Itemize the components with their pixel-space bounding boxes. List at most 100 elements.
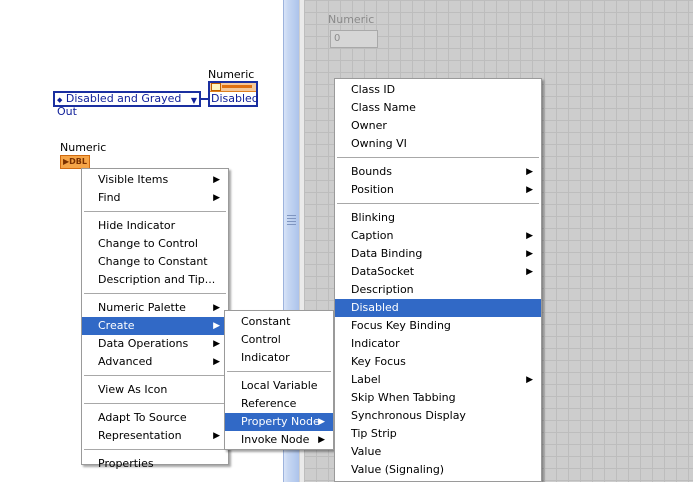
submenu-arrow-icon: ▶ [213,321,220,331]
menu-item-class-name[interactable]: Class Name [335,99,541,117]
menu-item-tip-strip[interactable]: Tip Strip [335,425,541,443]
submenu-arrow-icon: ▶ [213,357,220,367]
dropdown-arrow-icon[interactable]: ▼ [191,95,197,107]
menu-item-label: Representation [98,429,182,442]
indicator-type: DBL [69,157,87,166]
menu-item-label: Skip When Tabbing [351,391,456,404]
submenu-arrow-icon: ▶ [526,249,533,259]
menu-item-label: Change to Constant [98,255,208,268]
menu-item-create[interactable]: Create ▶ [82,317,228,335]
menu-item-label: Position [351,183,394,196]
enum-incdec-icon[interactable]: ◆ [57,96,62,104]
dbl-indicator-terminal[interactable]: ▶DBL [60,155,90,169]
menu-separator [84,375,226,377]
submenu-arrow-icon: ▶ [318,435,325,445]
menu-item-blinking[interactable]: Blinking [335,209,541,227]
menu-item-label: Label [351,373,381,386]
menu-item-value[interactable]: Value [335,443,541,461]
menu-separator [84,403,226,405]
menu-item-datasocket[interactable]: DataSocket ▶ [335,263,541,281]
menu-item-skip-when-tabbing[interactable]: Skip When Tabbing [335,389,541,407]
property-node-property[interactable]: Disabled [210,92,259,105]
menu-item-label: Key Focus [351,355,406,368]
menu-item-description-and-tip[interactable]: Description and Tip... [82,271,228,289]
menu-item-label: Properties [98,457,154,470]
menu-item-description[interactable]: Description [335,281,541,299]
context-menu[interactable]: Visible Items ▶ Find ▶ Hide Indicator Change … [81,168,229,470]
menu-item-invoke-node[interactable]: Invoke Node ▶ [225,431,333,449]
menu-item-property-node[interactable]: Property Node ▶ [225,413,333,431]
menu-item-bounds[interactable]: Bounds ▶ [335,163,541,181]
property-node-icon [211,83,221,91]
menu-item-label: Create [98,319,135,332]
menu-separator [84,293,226,295]
menu-item-change-to-constant[interactable]: Change to Constant [82,253,228,271]
menu-separator [84,449,226,451]
menu-item-disabled[interactable]: Disabled [335,299,541,317]
menu-item-label: Owner [351,119,387,132]
menu-item-label: Value [351,445,382,458]
menu-item-label: Data Operations [98,337,189,350]
menu-item-view-as-icon[interactable]: View As Icon [82,381,228,399]
menu-item-synchronous-display[interactable]: Synchronous Display [335,407,541,425]
property-submenu[interactable]: Class ID Class Name Owner Owning VI Bounds ▶ P… [334,78,542,482]
menu-item-label: Property Node [241,415,320,428]
menu-item-owning-vi[interactable]: Owning VI [335,135,541,153]
menu-item-hide-indicator[interactable]: Hide Indicator [82,217,228,235]
menu-separator [337,157,539,159]
submenu-arrow-icon: ▶ [213,193,220,203]
menu-item-numeric-palette[interactable]: Numeric Palette ▶ [82,299,228,317]
menu-item-caption[interactable]: Caption ▶ [335,227,541,245]
menu-item-constant[interactable]: Constant [225,313,333,331]
submenu-arrow-icon: ▶ [526,267,533,277]
menu-item-advanced[interactable]: Advanced ▶ [82,353,228,371]
menu-item-label: Visible Items [98,173,169,186]
property-node[interactable]: Disabled [208,81,259,107]
enum-value: Disabled and Grayed Out [57,92,182,118]
menu-item-control[interactable]: Control [225,331,333,349]
menu-item-label: Focus Key Binding [351,319,451,332]
front-panel-numeric-indicator[interactable]: 0 [330,30,378,48]
menu-separator [227,371,331,373]
menu-item-class-id[interactable]: Class ID [335,81,541,99]
menu-item-adapt-to-source[interactable]: Adapt To Source [82,409,228,427]
submenu-arrow-icon: ▶ [213,175,220,185]
menu-item-label: Synchronous Display [351,409,466,422]
menu-item-label: Invoke Node [241,433,310,446]
menu-item-label: Value (Signaling) [351,463,445,476]
enum-constant[interactable]: ◆ Disabled and Grayed Out ▼ [53,91,201,118]
menu-item-find[interactable]: Find ▶ [82,189,228,207]
menu-item-key-focus[interactable]: Key Focus [335,353,541,371]
menu-item-local-variable[interactable]: Local Variable [225,377,333,395]
menu-item-indicator[interactable]: Indicator [225,349,333,367]
menu-item-change-to-control[interactable]: Change to Control [82,235,228,253]
menu-item-focus-key-binding[interactable]: Focus Key Binding [335,317,541,335]
menu-item-data-binding[interactable]: Data Binding ▶ [335,245,541,263]
menu-item-label: Indicator [351,337,400,350]
menu-item-label: Find [98,191,121,204]
submenu-arrow-icon: ▶ [213,303,220,313]
menu-item-label: Advanced [98,355,153,368]
menu-item-indicator[interactable]: Indicator [335,335,541,353]
submenu-arrow-icon: ▶ [213,431,220,441]
menu-item-label: Numeric Palette [98,301,186,314]
menu-item-visible-items[interactable]: Visible Items ▶ [82,171,228,189]
menu-item-data-operations[interactable]: Data Operations ▶ [82,335,228,353]
menu-item-value-signaling[interactable]: Value (Signaling) [335,461,541,479]
menu-item-label[interactable]: Label ▶ [335,371,541,389]
menu-item-reference[interactable]: Reference [225,395,333,413]
menu-item-representation[interactable]: Representation ▶ [82,427,228,445]
menu-item-label: View As Icon [98,383,168,396]
menu-item-label: Caption [351,229,394,242]
menu-item-properties[interactable]: Properties [82,455,228,473]
menu-item-label: DataSocket [351,265,415,278]
menu-item-label: Indicator [241,351,290,364]
menu-item-label: Tip Strip [351,427,397,440]
menu-item-label: Change to Control [98,237,198,250]
front-panel-numeric-label: Numeric [328,13,375,26]
create-submenu[interactable]: Constant Control Indicator Local Variable Re… [224,310,334,450]
indicator-label: Numeric [60,141,107,154]
menu-item-owner[interactable]: Owner [335,117,541,135]
menu-item-position[interactable]: Position ▶ [335,181,541,199]
splitter-grip-icon[interactable] [287,215,296,225]
